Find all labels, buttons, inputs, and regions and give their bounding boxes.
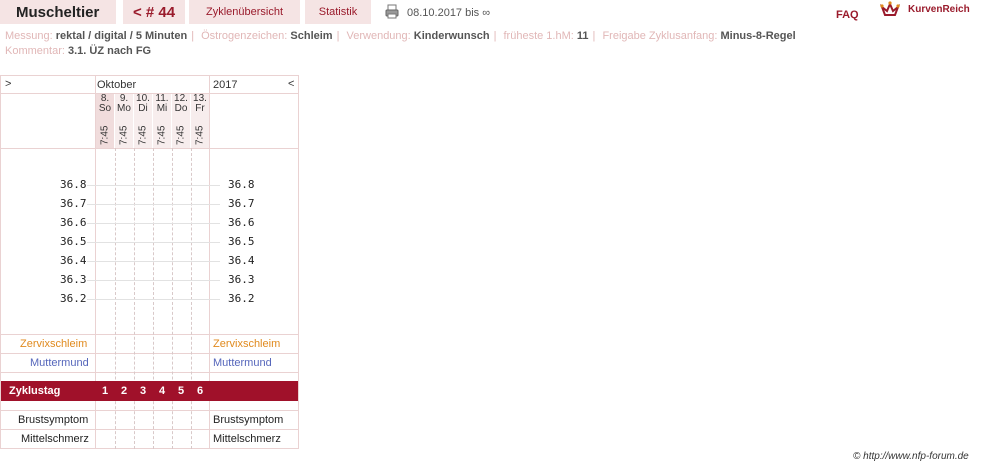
- measure-time: 7:45: [156, 125, 168, 145]
- temp-label-right: 36.7: [228, 197, 255, 210]
- measure-time: 7:45: [99, 125, 111, 145]
- mittelschmerz-label-left: Mittelschmerz: [21, 433, 89, 445]
- measure-time: 7:45: [194, 125, 206, 145]
- temp-label-left: 36.3: [60, 273, 87, 286]
- day-weekday: Do: [174, 103, 188, 114]
- month-label: Oktober: [97, 79, 137, 91]
- breast-symptom-label-left: Brustsymptom: [18, 414, 89, 426]
- day-weekday: Mo: [117, 103, 131, 114]
- comment-value: 3.1. ÜZ nach FG: [67, 45, 152, 57]
- temp-label-right: 36.3: [228, 273, 255, 286]
- estrogen-label: Östrogenzeichen:: [201, 30, 288, 42]
- temp-label-left: 36.6: [60, 216, 87, 229]
- crown-logo-icon[interactable]: [880, 1, 900, 19]
- prev-cycle-arrow[interactable]: >: [5, 78, 11, 90]
- temp-label-left: 36.5: [60, 235, 87, 248]
- tab-statistics[interactable]: Statistik: [305, 0, 371, 24]
- day-weekday: Mi: [156, 103, 168, 114]
- cycle-day-number: 6: [196, 385, 204, 397]
- brand-name[interactable]: KurvenReich: [908, 4, 970, 15]
- measure-label: Messung:: [5, 30, 53, 42]
- comment-row: Kommentar: 3.1. ÜZ nach FG: [5, 45, 151, 57]
- cycle-day-number: 1: [101, 385, 109, 397]
- estrogen-value: Schleim: [290, 30, 333, 42]
- temp-label-right: 36.8: [228, 178, 255, 191]
- year-label: 2017: [213, 79, 238, 91]
- usage-value: Kinderwunsch: [413, 30, 490, 42]
- breast-symptom-label-right: Brustsymptom: [213, 414, 284, 426]
- temp-label-right: 36.2: [228, 292, 255, 305]
- cycle-day-label: Zyklustag: [9, 385, 61, 397]
- temp-label-left: 36.8: [60, 178, 87, 191]
- cervix-row-label-right: Zervixschleim: [213, 338, 281, 350]
- cycle-day-number: 4: [158, 385, 166, 397]
- next-cycle-arrow[interactable]: <: [288, 78, 294, 90]
- cycle-settings: Messung: rektal / digital / 5 Minuten | Ö…: [5, 30, 796, 42]
- measure-time: 7:45: [118, 125, 130, 145]
- day-weekday: So: [98, 103, 112, 114]
- day-weekday: Di: [138, 103, 148, 114]
- release-value: Minus-8-Regel: [720, 30, 796, 42]
- mittelschmerz-label-right: Mittelschmerz: [213, 433, 281, 445]
- date-range: 08.10.2017 bis ∞: [407, 7, 491, 19]
- cycle-day-number: 3: [139, 385, 147, 397]
- release-label: Freigabe Zyklusanfang:: [602, 30, 718, 42]
- tab-cycle-overview[interactable]: Zyklenübersicht: [189, 0, 300, 24]
- cycle-day-number: 5: [177, 385, 185, 397]
- day-weekday: Fr: [195, 103, 205, 114]
- temp-label-left: 36.4: [60, 254, 87, 267]
- temp-label-left: 36.2: [60, 292, 87, 305]
- temp-label-left: 36.7: [60, 197, 87, 210]
- temp-label-right: 36.4: [228, 254, 255, 267]
- printer-icon[interactable]: [385, 4, 399, 19]
- cycle-day-row: Zyklustag 123456: [1, 381, 298, 401]
- earliest-hm-label: früheste 1.hM:: [503, 30, 574, 42]
- copyright: © http://www.nfp-forum.de: [853, 451, 969, 462]
- cervix-row-label-left: Zervixschleim: [20, 338, 88, 350]
- cervix-position-label-left: Muttermund: [30, 357, 89, 369]
- comment-label: Kommentar:: [5, 45, 65, 57]
- temp-label-right: 36.6: [228, 216, 255, 229]
- measure-value: rektal / digital / 5 Minuten: [55, 30, 188, 42]
- top-bar: Muscheltier < # 44 Zyklenübersicht Stati…: [0, 0, 981, 26]
- measure-time: 7:45: [137, 125, 149, 145]
- usage-label: Verwendung:: [346, 30, 411, 42]
- faq-link[interactable]: FAQ: [836, 9, 859, 21]
- earliest-hm-value: 11: [576, 30, 589, 42]
- temp-label-right: 36.5: [228, 235, 255, 248]
- measure-time: 7:45: [175, 125, 187, 145]
- user-name: Muscheltier: [0, 0, 116, 24]
- cycle-number-button[interactable]: < # 44: [123, 0, 185, 24]
- cervix-position-label-right: Muttermund: [213, 357, 272, 369]
- cycle-day-number: 2: [120, 385, 128, 397]
